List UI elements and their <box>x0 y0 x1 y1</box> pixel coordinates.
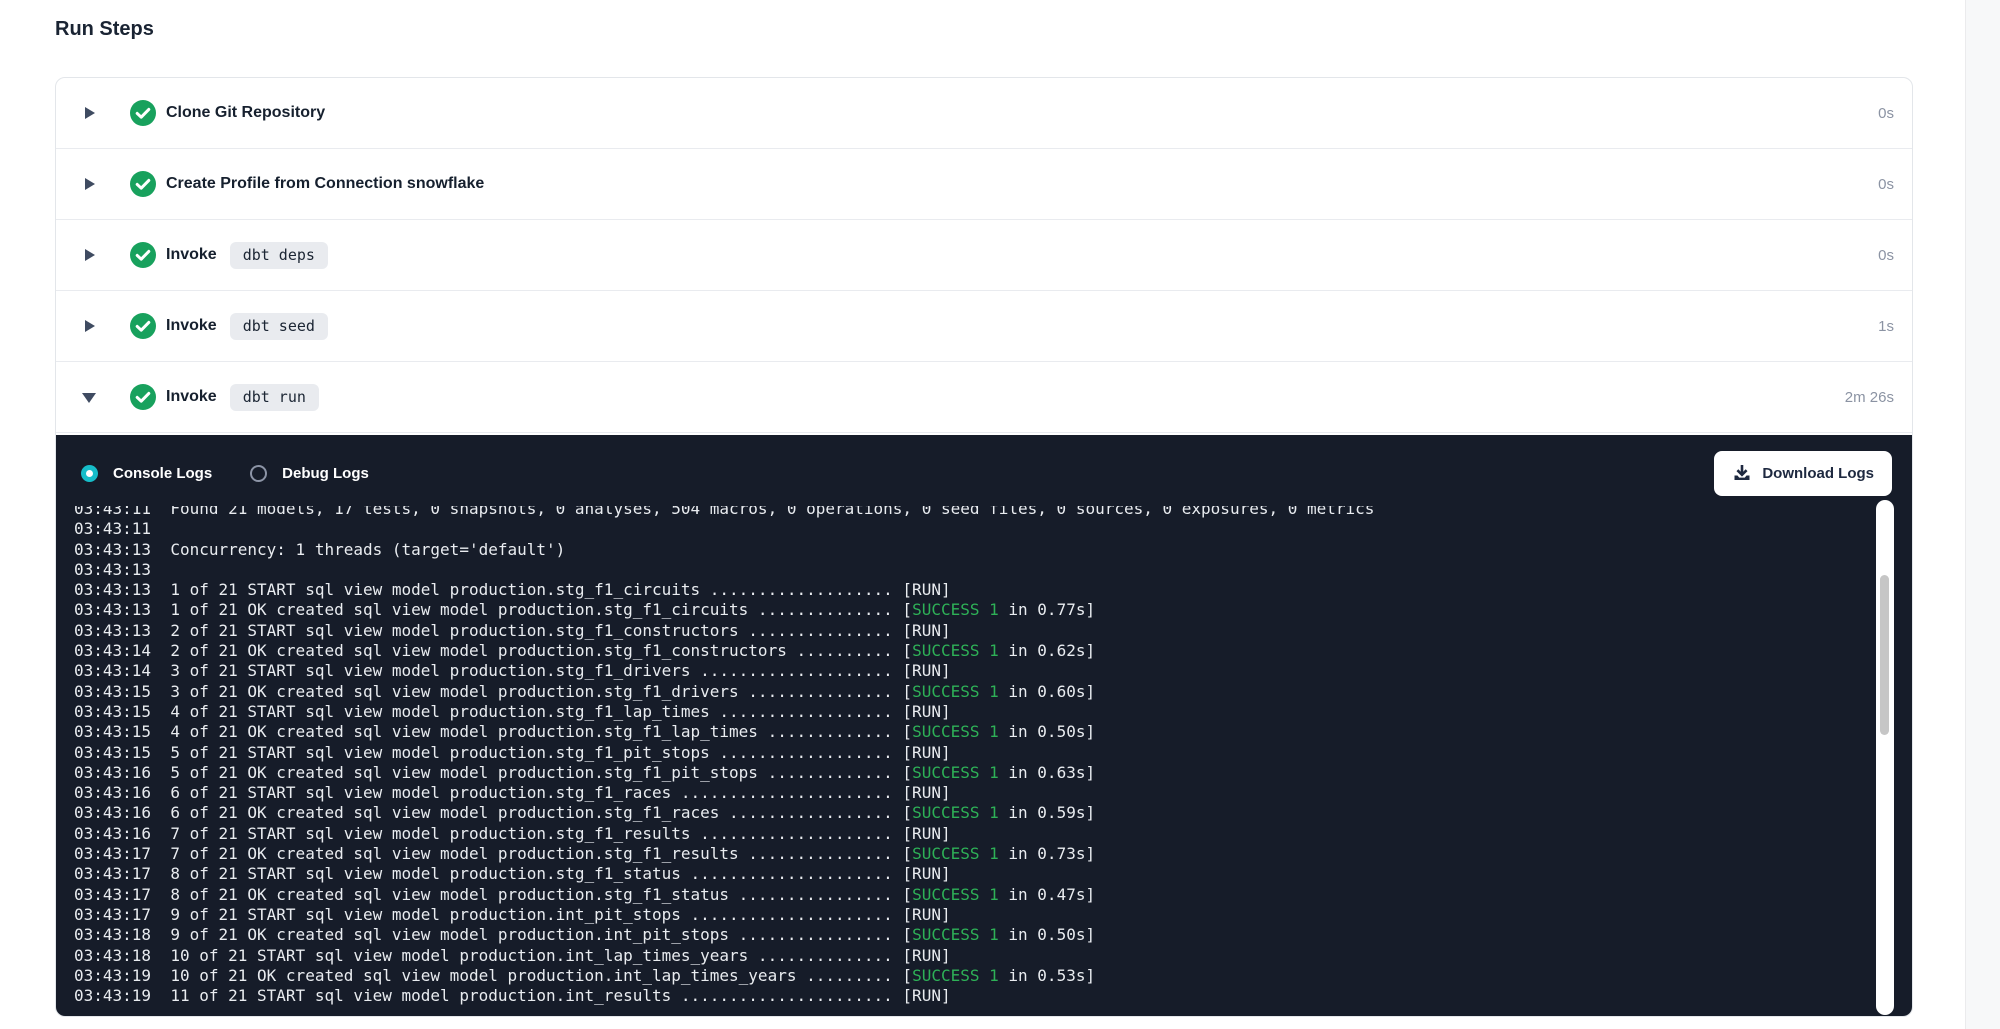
log-line: 03:43:17 8 of 21 OK created sql view mod… <box>74 885 1872 905</box>
step-duration: 1s <box>1878 318 1894 335</box>
radio-label: Console Logs <box>113 465 212 482</box>
log-success-status: SUCCESS 1 <box>912 966 999 985</box>
download-logs-label: Download Logs <box>1762 465 1874 482</box>
log-success-status: SUCCESS 1 <box>912 844 999 863</box>
chevron-right-icon[interactable] <box>84 176 96 192</box>
step-row-create-profile-from-connection-snowflake[interactable]: Create Profile from Connection snowflake… <box>56 149 1912 220</box>
step-label: Invoke <box>166 388 217 406</box>
log-success-status: SUCCESS 1 <box>912 722 999 741</box>
log-line: 03:43:15 4 of 21 OK created sql view mod… <box>74 722 1872 742</box>
log-line: 03:43:13 <box>74 560 1872 580</box>
log-success-status: SUCCESS 1 <box>912 641 999 660</box>
log-scrollbar-track[interactable] <box>1876 500 1894 1015</box>
log-line: 03:43:16 6 of 21 OK created sql view mod… <box>74 803 1872 823</box>
radio-console-logs[interactable]: Console Logs <box>81 465 212 482</box>
step-row-clone-git-repository[interactable]: Clone Git Repository 0s <box>56 78 1912 149</box>
radio-unselected-icon[interactable] <box>250 465 267 482</box>
log-line: 03:43:19 10 of 21 OK created sql view mo… <box>74 966 1872 986</box>
log-line: 03:43:14 3 of 21 START sql view model pr… <box>74 661 1872 681</box>
step-label: Clone Git Repository <box>166 104 325 122</box>
log-line: 03:43:11 Found 21 models, 17 tests, 0 sn… <box>74 506 1872 519</box>
step-row-invoke-dbt-run[interactable]: Invoke dbt run 2m 26s <box>56 362 1912 433</box>
log-line: 03:43:18 9 of 21 OK created sql view mod… <box>74 925 1872 945</box>
log-line: 03:43:18 10 of 21 START sql view model p… <box>74 946 1872 966</box>
success-check-icon <box>130 242 156 268</box>
chevron-down-icon[interactable] <box>84 389 96 405</box>
chevron-right-icon[interactable] <box>84 247 96 263</box>
run-steps-card: Clone Git Repository0sCreate Profile fro… <box>55 77 1913 1017</box>
log-scrollbar-thumb[interactable] <box>1880 575 1889 735</box>
success-check-icon <box>130 384 156 410</box>
step-command-badge: dbt run <box>230 384 319 411</box>
page-right-gutter <box>1965 0 2000 1029</box>
success-check-icon <box>130 313 156 339</box>
step-command-badge: dbt seed <box>230 313 328 340</box>
step-duration: 0s <box>1878 247 1894 264</box>
step-command-badge: dbt deps <box>230 242 328 269</box>
log-line: 03:43:15 4 of 21 START sql view model pr… <box>74 702 1872 722</box>
page-title: Run Steps <box>55 18 154 41</box>
step-label: Create Profile from Connection snowflake <box>166 175 484 193</box>
chevron-right-icon[interactable] <box>84 318 96 334</box>
log-line: 03:43:13 1 of 21 START sql view model pr… <box>74 580 1872 600</box>
log-line: 03:43:16 6 of 21 START sql view model pr… <box>74 783 1872 803</box>
success-check-icon <box>130 171 156 197</box>
log-success-status: SUCCESS 1 <box>912 803 999 822</box>
log-line: 03:43:17 9 of 21 START sql view model pr… <box>74 905 1872 925</box>
step-duration: 0s <box>1878 105 1894 122</box>
log-lines: 03:43:11 Found 21 models, 17 tests, 0 sn… <box>74 506 1872 1006</box>
log-success-status: SUCCESS 1 <box>912 885 999 904</box>
download-icon <box>1732 463 1752 483</box>
log-success-status: SUCCESS 1 <box>912 600 999 619</box>
log-line: 03:43:11 <box>74 519 1872 539</box>
step-label: Invoke <box>166 317 217 335</box>
log-controls: Console Logs Debug Logs Download Logs <box>56 435 1912 499</box>
log-line: 03:43:16 5 of 21 OK created sql view mod… <box>74 763 1872 783</box>
log-success-status: SUCCESS 1 <box>912 925 999 944</box>
log-line: 03:43:13 2 of 21 START sql view model pr… <box>74 621 1872 641</box>
log-line: 03:43:15 5 of 21 START sql view model pr… <box>74 743 1872 763</box>
download-logs-button[interactable]: Download Logs <box>1714 451 1892 496</box>
log-panel: Console Logs Debug Logs Download Logs 03:… <box>56 435 1912 1016</box>
chevron-right-icon[interactable] <box>84 105 96 121</box>
step-label: Invoke <box>166 246 217 264</box>
log-success-status: SUCCESS 1 <box>912 682 999 701</box>
step-duration: 0s <box>1878 176 1894 193</box>
step-row-invoke-dbt-seed[interactable]: Invoke dbt seed 1s <box>56 291 1912 362</box>
log-tabs: Console Logs Debug Logs <box>81 465 369 482</box>
radio-debug-logs[interactable]: Debug Logs <box>250 465 369 482</box>
step-row-invoke-dbt-deps[interactable]: Invoke dbt deps 0s <box>56 220 1912 291</box>
log-line: 03:43:14 2 of 21 OK created sql view mod… <box>74 641 1872 661</box>
radio-label: Debug Logs <box>282 465 369 482</box>
log-line: 03:43:17 8 of 21 START sql view model pr… <box>74 864 1872 884</box>
log-line: 03:43:19 11 of 21 START sql view model p… <box>74 986 1872 1006</box>
log-line: 03:43:16 7 of 21 START sql view model pr… <box>74 824 1872 844</box>
step-duration: 2m 26s <box>1845 389 1894 406</box>
log-line: 03:43:17 7 of 21 OK created sql view mod… <box>74 844 1872 864</box>
console-log-output[interactable]: 03:43:11 Found 21 models, 17 tests, 0 sn… <box>74 506 1872 1015</box>
log-line: 03:43:13 Concurrency: 1 threads (target=… <box>74 540 1872 560</box>
log-line: 03:43:15 3 of 21 OK created sql view mod… <box>74 682 1872 702</box>
log-success-status: SUCCESS 1 <box>912 763 999 782</box>
success-check-icon <box>130 100 156 126</box>
run-steps-list: Clone Git Repository0sCreate Profile fro… <box>56 78 1912 433</box>
log-line: 03:43:13 1 of 21 OK created sql view mod… <box>74 600 1872 620</box>
radio-selected-icon[interactable] <box>81 465 98 482</box>
